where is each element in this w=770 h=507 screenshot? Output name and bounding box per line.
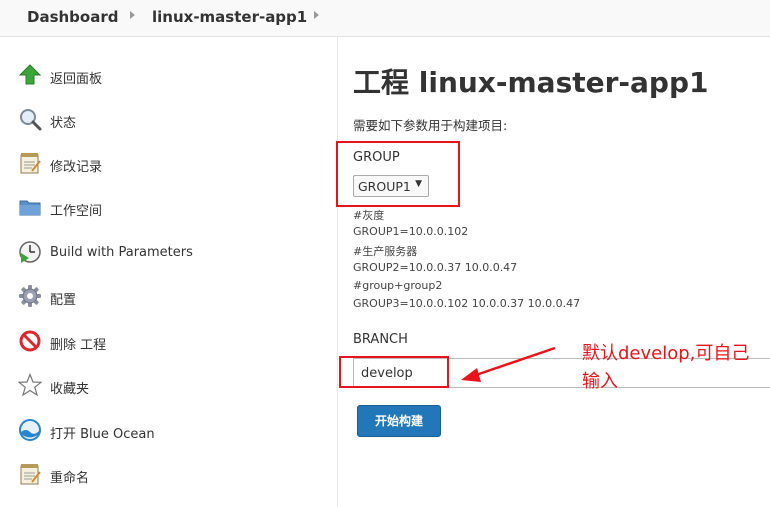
chevron-right-icon[interactable] xyxy=(130,11,135,19)
sidebar-item-label: 修改记录 xyxy=(50,160,103,175)
page-description: 需要如下参数用于构建项目: xyxy=(353,118,508,133)
sidebar-item-rename[interactable]: 重命名 xyxy=(18,462,318,488)
group-description-line: GROUP1=10.0.0.102 xyxy=(353,225,469,238)
notepad-icon xyxy=(18,462,42,486)
gear-icon xyxy=(18,284,42,308)
folder-icon xyxy=(18,195,42,219)
sidebar-item-status[interactable]: 状态 xyxy=(18,107,318,133)
star-icon xyxy=(17,372,43,397)
page-title: 工程 linux-master-app1 xyxy=(353,66,709,99)
sidebar-item-workspace[interactable]: 工作空间 xyxy=(18,195,318,221)
sidebar-item-label: 返回面板 xyxy=(50,72,103,87)
notepad-icon xyxy=(18,151,42,175)
breadcrumb-dashboard[interactable]: Dashboard xyxy=(27,8,118,26)
sidebar-item-blue-ocean[interactable]: 打开 Blue Ocean xyxy=(18,418,318,444)
sidebar-item-build-with-parameters[interactable]: Build with Parameters xyxy=(18,240,318,266)
magnifier-icon xyxy=(18,107,42,131)
sidebar-item-label: Build with Parameters xyxy=(50,245,193,260)
sidebar-item-label: 重命名 xyxy=(50,471,90,486)
blue-ocean-icon xyxy=(18,418,42,442)
annotation-text: 默认develop,可自己输入 xyxy=(582,343,750,392)
sidebar-item-label: 工作空间 xyxy=(50,204,103,219)
sidebar-item-label: 打开 Blue Ocean xyxy=(50,427,155,442)
sidebar-item-label: 收藏夹 xyxy=(50,382,90,397)
group-description-line: #group+group2 xyxy=(353,279,443,292)
branch-highlight-box xyxy=(339,356,449,388)
chevron-right-icon[interactable] xyxy=(314,11,319,19)
build-clock-icon xyxy=(18,240,42,264)
sidebar-item-label: 配置 xyxy=(50,293,77,308)
build-button[interactable]: 开始构建 xyxy=(357,405,441,437)
up-arrow-icon xyxy=(18,63,42,87)
main-content: 工程 linux-master-app1 需要如下参数用于构建项目: GROUP… xyxy=(353,37,770,507)
no-entry-icon xyxy=(18,329,42,353)
sidebar-item-label: 状态 xyxy=(50,116,77,131)
sidebar-item-delete[interactable]: 删除 工程 xyxy=(18,329,318,355)
sidebar-item-configure[interactable]: 配置 xyxy=(18,284,318,310)
breadcrumb-project[interactable]: linux-master-app1 xyxy=(152,8,307,26)
sidebar-item-changes[interactable]: 修改记录 xyxy=(18,151,318,177)
annotation-arrow-icon xyxy=(461,346,556,382)
group-description-line: #灰度 xyxy=(353,209,385,222)
group-highlight-box xyxy=(336,141,460,207)
group-description-line: GROUP2=10.0.0.37 10.0.0.47 xyxy=(353,261,518,274)
sidebar-item-label: 删除 工程 xyxy=(50,338,107,353)
sidebar: 返回面板 状态 修改记录 工作空间 Build with Parameters … xyxy=(0,37,338,507)
breadcrumb: Dashboard linux-master-app1 xyxy=(0,0,770,37)
sidebar-item-favorite[interactable]: 收藏夹 xyxy=(17,372,318,399)
group-description-line: GROUP3=10.0.0.102 10.0.0.37 10.0.0.47 xyxy=(353,297,581,310)
sidebar-item-back[interactable]: 返回面板 xyxy=(18,63,318,89)
branch-param-label: BRANCH xyxy=(353,332,408,347)
group-description-line: #生产服务器 xyxy=(353,245,418,258)
